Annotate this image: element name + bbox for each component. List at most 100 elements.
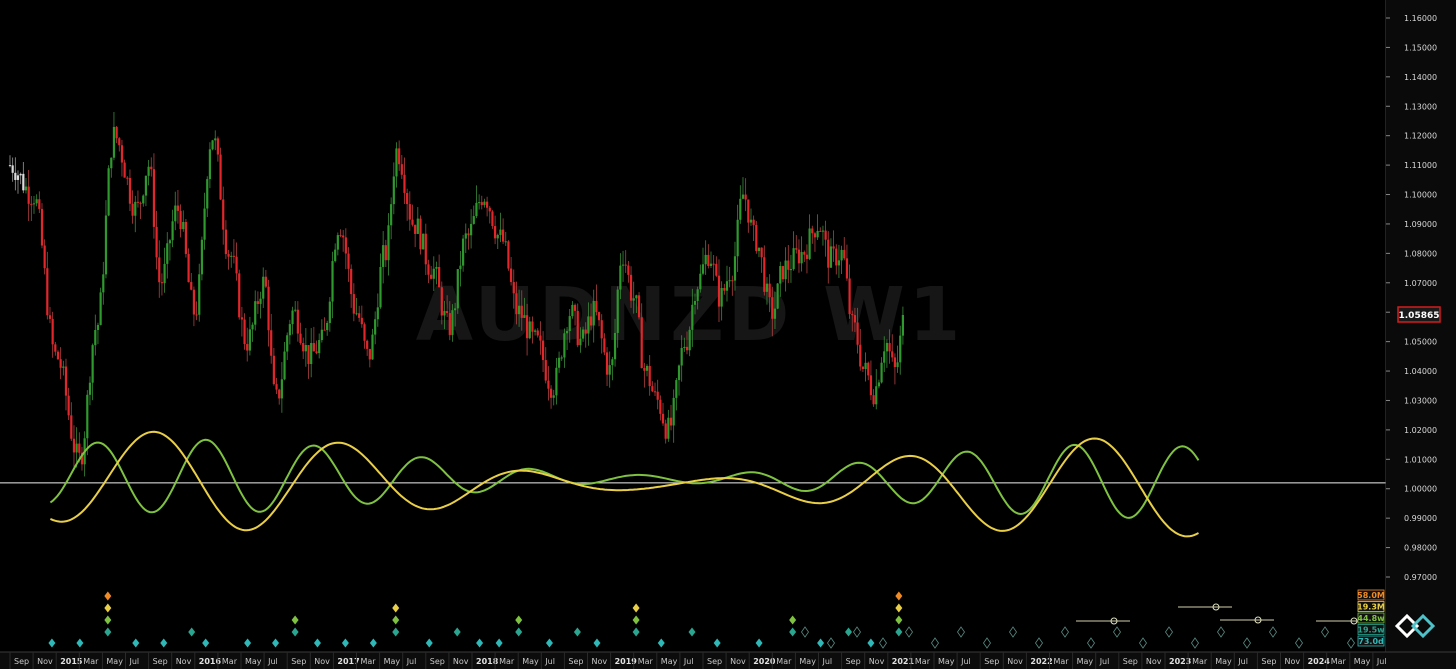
y-tick-label: 1.08000	[1404, 249, 1437, 258]
candle-body	[725, 281, 729, 291]
candle-body	[512, 282, 515, 294]
candle-body	[219, 154, 222, 200]
candle-body	[254, 301, 257, 325]
candle-body	[134, 201, 137, 216]
candle-body	[677, 365, 681, 381]
candle-body	[701, 264, 705, 274]
candle-body	[592, 300, 595, 326]
candle-body	[640, 317, 643, 369]
candle-body	[272, 355, 275, 385]
candle-body	[126, 177, 129, 179]
cycle-period-label: 73.0d	[1358, 637, 1384, 646]
candle-body	[131, 203, 134, 216]
y-tick-label: 1.13000	[1404, 102, 1437, 111]
candle-body	[792, 248, 795, 270]
candle-body	[867, 362, 870, 376]
candle-body	[438, 266, 441, 288]
x-tick-label: Jul	[267, 657, 278, 666]
candle-body	[875, 386, 878, 405]
candle-body	[270, 330, 273, 356]
candle-body	[328, 301, 331, 323]
candle-body	[104, 215, 108, 275]
cycle-period-label: 19.3M	[1357, 603, 1385, 612]
candle-body	[155, 226, 158, 258]
candle-body	[648, 365, 651, 387]
candle-body	[22, 173, 25, 191]
candle-body	[387, 225, 390, 261]
candle-body	[224, 229, 227, 255]
candle-body	[696, 289, 699, 302]
candle-body	[755, 224, 758, 252]
candle-body	[869, 375, 873, 396]
candle-body	[440, 287, 443, 316]
candle-body	[813, 233, 817, 238]
candle-body	[848, 278, 851, 315]
candle-body	[400, 164, 403, 175]
candle-body	[107, 168, 110, 216]
candle-body	[384, 245, 387, 261]
candle-body	[307, 345, 310, 365]
candle-body	[589, 316, 593, 326]
candle-body	[259, 298, 262, 304]
candle-body	[832, 246, 835, 249]
candle-body	[571, 304, 574, 317]
candle-body	[560, 357, 563, 359]
candle-body	[475, 202, 478, 217]
candle-body	[656, 391, 659, 400]
candle-body	[227, 254, 230, 257]
candle-body	[459, 265, 462, 270]
current-price-marker: 1.05865	[1397, 306, 1441, 323]
candle-body	[195, 314, 198, 316]
candle-body	[901, 314, 905, 336]
x-tick-label: Mar	[1054, 657, 1070, 666]
candle-body	[720, 287, 723, 307]
candle-body	[99, 292, 102, 325]
candle-body	[379, 266, 382, 308]
candle-body	[443, 311, 446, 316]
candle-body	[576, 310, 579, 346]
cycle-period-label: 19.5w	[1357, 626, 1385, 635]
candle-body	[864, 362, 867, 369]
candle-body	[496, 234, 499, 239]
candle-body	[747, 199, 750, 223]
candle-body	[414, 224, 417, 234]
candle-body	[8, 165, 12, 167]
y-tick-label: 0.97000	[1404, 573, 1437, 582]
y-tick-label: 0.99000	[1404, 514, 1437, 523]
time-axis: Sep Nov 2015 Mar May Jul Sep Nov 2016 Mar May Jul Se…	[0, 651, 1456, 669]
candle-body	[859, 344, 862, 367]
candle-body	[731, 280, 734, 282]
candle-body	[392, 176, 395, 205]
candle-body	[352, 294, 355, 314]
candle-body	[435, 266, 438, 269]
candle-body	[59, 359, 62, 368]
candle-body	[651, 386, 654, 392]
candle-body	[416, 218, 419, 234]
candle-body	[464, 233, 467, 239]
x-tick-label: Jul	[1376, 657, 1387, 666]
x-tick-label: May	[938, 657, 955, 666]
candle-body	[779, 266, 782, 284]
candle-body	[344, 237, 347, 254]
candle-body	[552, 395, 555, 398]
candle-body	[184, 221, 188, 254]
candle-body	[91, 345, 94, 383]
x-tick-label: Mar	[361, 657, 377, 666]
x-tick-label: Jul	[544, 657, 555, 666]
candle-body	[390, 204, 393, 226]
candle-body	[275, 384, 278, 390]
candle-body	[310, 343, 313, 365]
candle-body	[200, 239, 204, 275]
candle-body	[395, 148, 398, 177]
x-tick-label: May	[522, 657, 539, 666]
candle-body	[288, 324, 291, 336]
x-tick-label: Sep	[984, 657, 999, 666]
candle-body	[246, 344, 249, 351]
candle-body	[120, 145, 124, 163]
y-tick-label: 1.12000	[1404, 132, 1437, 141]
x-tick-label: Mar	[1192, 657, 1208, 666]
candle-body	[829, 246, 833, 268]
candle-body	[816, 230, 819, 238]
candle-body	[563, 333, 566, 358]
candle-body	[67, 395, 70, 416]
